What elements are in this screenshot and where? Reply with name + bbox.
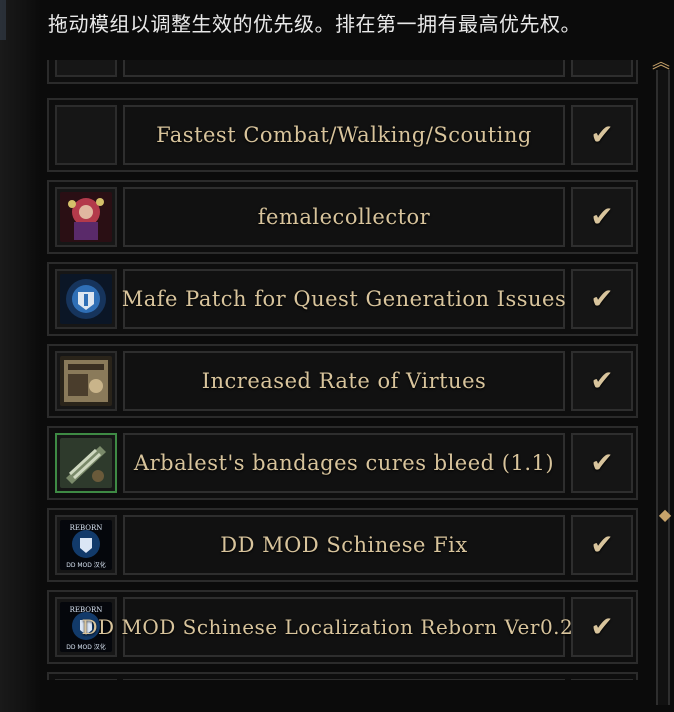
mod-icon-slot — [55, 60, 117, 77]
reborn-logo-top-text: REBORN — [70, 606, 103, 614]
mod-list: Fastest Combat/Walking/Scouting ✔ female… — [44, 60, 642, 680]
mod-name: femalecollector — [123, 187, 565, 247]
left-frame — [0, 0, 40, 712]
mod-enabled-checkbox[interactable]: ✔ — [571, 597, 633, 657]
reborn-logo-bottom-text: DD MOD 汉化 — [66, 561, 106, 569]
bandage-icon — [55, 433, 117, 493]
scroll-thumb[interactable]: ◆ — [656, 506, 674, 524]
mod-enabled-checkbox[interactable]: ✔ — [571, 351, 633, 411]
mod-row[interactable]: femalecollector ✔ — [47, 180, 638, 254]
checkmark-icon: ✔ — [590, 610, 614, 643]
checkmark-icon: ✔ — [590, 200, 614, 233]
scrollbar-track[interactable] — [656, 70, 670, 705]
mod-row-partial-top[interactable] — [47, 60, 638, 84]
mod-row[interactable]: Mafe Patch for Quest Generation Issues ✔ — [47, 262, 638, 336]
mod-name: DD MOD Schinese Fix — [123, 515, 565, 575]
reborn-logo-top-text: REBORN — [70, 524, 103, 532]
checkmark-icon: ✔ — [590, 282, 614, 315]
checkmark-icon: ✔ — [590, 364, 614, 397]
mod-row[interactable]: Fastest Combat/Walking/Scouting ✔ — [47, 98, 638, 172]
mod-row[interactable]: Increased Rate of Virtues ✔ — [47, 344, 638, 418]
mod-enabled-checkbox[interactable]: ✔ — [571, 433, 633, 493]
mod-enabled-checkbox[interactable]: ✔ — [571, 269, 633, 329]
shield-emblem-icon — [55, 269, 117, 329]
mod-row[interactable]: REBORN DD MOD 汉化 DD MOD Schinese Localiz… — [47, 590, 638, 664]
female-collector-portrait-icon — [55, 187, 117, 247]
mod-icon-slot — [55, 679, 117, 680]
mod-name: DD MOD Schinese Localization Reborn Ver0… — [81, 597, 606, 657]
mod-row[interactable]: Arbalest's bandages cures bleed (1.1) ✔ — [47, 426, 638, 500]
mod-enabled-checkbox[interactable]: ✔ — [571, 515, 633, 575]
mod-name: Fastest Combat/Walking/Scouting — [123, 105, 565, 165]
reborn-logo-bottom-text: DD MOD 汉化 — [66, 643, 106, 651]
checkmark-icon: ✔ — [590, 118, 614, 151]
mod-name: Arbalest's bandages cures bleed (1.1) — [123, 433, 565, 493]
parchment-icon — [55, 351, 117, 411]
instruction-text: 拖动模组以调整生效的优先级。排在第一拥有最高优先权。 — [48, 12, 581, 36]
mod-name — [123, 60, 565, 77]
checkmark-icon: ✔ — [590, 528, 614, 561]
mod-row[interactable]: REBORN DD MOD 汉化 DD MOD Schinese Fix ✔ — [47, 508, 638, 582]
reborn-logo-icon: REBORN DD MOD 汉化 — [55, 515, 117, 575]
checkmark-icon: ✔ — [590, 446, 614, 479]
mod-enabled-checkbox[interactable] — [571, 60, 633, 77]
scroll-up-icon[interactable]: ︽ — [649, 54, 673, 74]
mod-name: Increased Rate of Virtues — [123, 351, 565, 411]
mod-row-partial-bottom[interactable] — [47, 672, 638, 680]
mod-enabled-checkbox[interactable]: ✔ — [571, 187, 633, 247]
mod-name: Mafe Patch for Quest Generation Issues — [122, 269, 566, 329]
mod-enabled-checkbox[interactable]: ✔ — [571, 105, 633, 165]
empty-icon — [55, 105, 117, 165]
mod-enabled-checkbox[interactable] — [571, 679, 633, 680]
mod-name — [123, 679, 565, 680]
